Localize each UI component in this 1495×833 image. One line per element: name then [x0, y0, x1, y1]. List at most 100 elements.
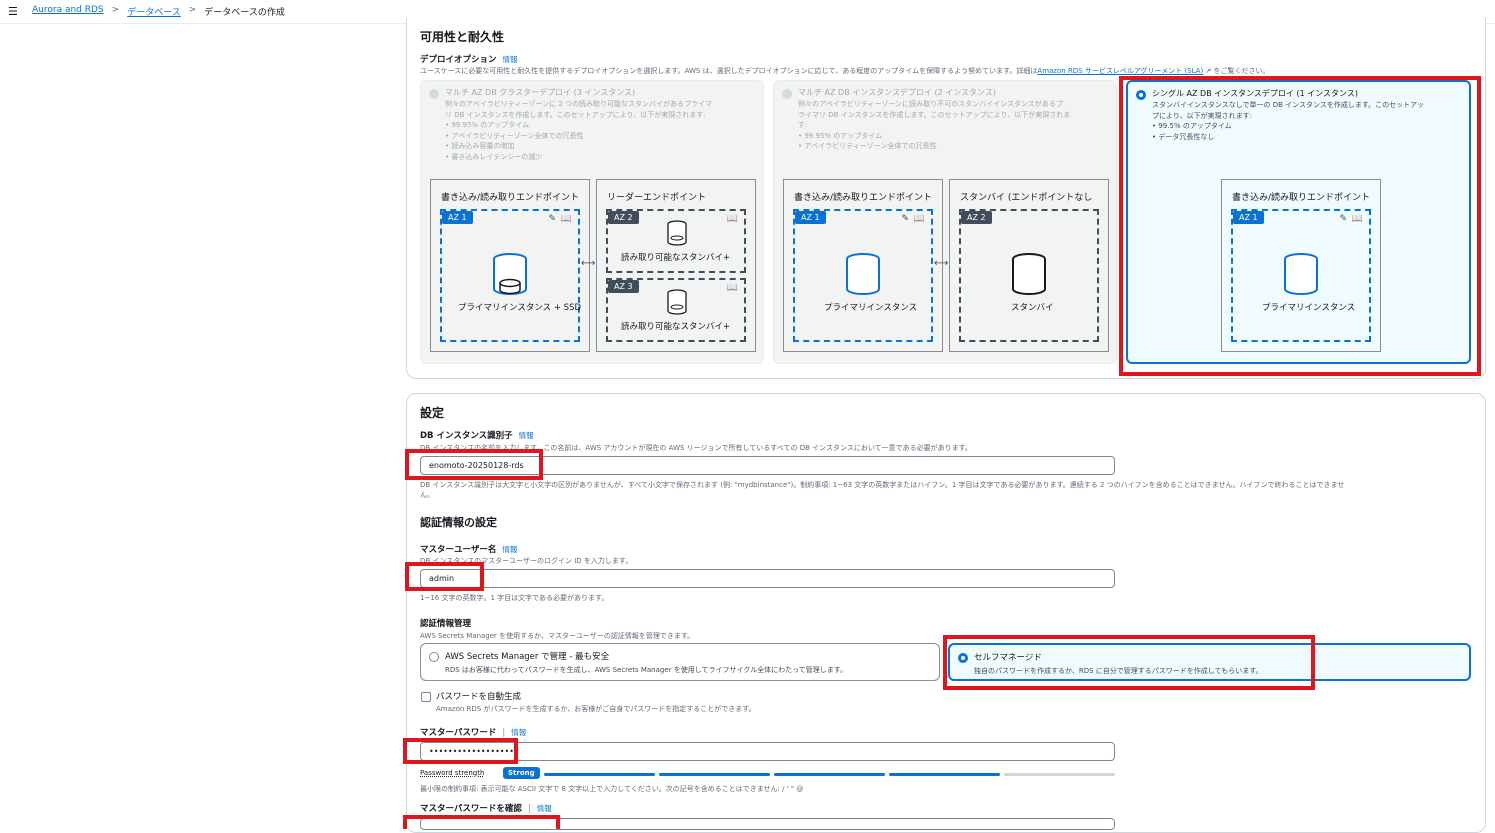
master-user-label-text: マスターユーザー名 [420, 545, 497, 555]
master-user-label: マスターユーザー名 情報 [420, 543, 517, 555]
master-user-input[interactable]: admin [420, 569, 1115, 588]
database-icon [846, 253, 880, 295]
radio-multi-az-cluster[interactable] [429, 89, 439, 99]
book-icon: 📖 [726, 214, 738, 224]
az-tag: AZ 2 [961, 211, 992, 224]
confirm-password-label-text: マスターパスワードを確認 [420, 804, 522, 814]
highlight-box-identifier [405, 449, 543, 480]
primary-instance-label: プライマリインスタンス + SSD [458, 303, 582, 313]
edit-icon: ✎ [548, 214, 556, 224]
primary-instance-label: プライマリインスタンス [824, 303, 918, 313]
credentials-title: 認証情報の設定 [420, 516, 497, 529]
strength-bar-3 [774, 773, 885, 776]
identifier-label-text: DB インスタンス識別子 [420, 431, 513, 441]
identifier-label: DB インスタンス識別子 情報 [420, 429, 534, 441]
option-secrets-manager[interactable]: AWS Secrets Manager で管理 - 最も安全 RDS はお客様に… [420, 643, 940, 681]
az2-box: AZ 2 スタンバイ [959, 209, 1099, 342]
book-icon: 📖 [913, 214, 925, 224]
card-desc: 例々のアベイラビリティーゾーンに読み取り不可のスタンバイインスタンスがあるプ ラ… [798, 100, 1071, 150]
database-icon [493, 253, 527, 295]
deploy-option-desc: ユースケースに必要な可用性と耐久性を提供するデプロイオプションを選択します。AW… [420, 66, 1270, 76]
master-password-label: マスターパスワード | 情報 [420, 726, 526, 738]
divider: | [502, 728, 506, 738]
deploy-card-multi-az-cluster[interactable]: マルチ AZ DB クラスターデプロイ (3 インスタンス) 例々のアベイラビリ… [420, 80, 764, 364]
az-tag: AZ 1 [442, 211, 473, 224]
info-link[interactable]: 情報 [511, 728, 526, 737]
book-icon: 📖 [560, 214, 572, 224]
identifier-hint-2: ん。 [420, 491, 434, 499]
rw-endpoint-diagram: 書き込み/読み取りエンドポイント AZ 1 ✎ 📖 プライマリインスタンス + … [430, 179, 590, 352]
cred-mgmt-desc: AWS Secrets Manager を使用するか、マスターユーザーの認証情報… [420, 632, 695, 640]
card-title: マルチ AZ DB クラスターデプロイ (3 インスタンス) [445, 88, 636, 97]
breadcrumb-current: データベースの作成 [204, 8, 285, 18]
strength-bar-1 [544, 773, 655, 776]
standby-diagram: スタンバイ (エンドポイントなし AZ 2 スタンバイ [949, 179, 1109, 352]
readable-standby-label: 読み取り可能なスタンバイ+ [621, 253, 731, 263]
diagram-title: リーダーエンドポイント [607, 193, 707, 203]
radio-multi-az-instance[interactable] [782, 89, 792, 99]
master-password-input[interactable]: •••••••••••••••••• [420, 742, 1115, 761]
diagram-title: 書き込み/読み取りエンドポイント [794, 193, 933, 203]
sla-link[interactable]: Amazon RDS サービスレベルアグリーメント (SLA) [1037, 67, 1203, 75]
chevron-right-icon: > [111, 5, 120, 15]
double-arrow-icon: ⟷ [581, 258, 596, 269]
cred-mgmt-label: 認証情報管理 [420, 619, 472, 629]
highlight-box-password [403, 738, 518, 764]
identifier-hint: DB インスタンス識別子は大文字と小文字の区別がありませんが、すべて小文字で保存… [420, 481, 1345, 489]
az-tag: AZ 1 [795, 211, 826, 224]
menu-icon[interactable]: ☰ [8, 5, 18, 18]
deploy-desc-text: ユースケースに必要な可用性と耐久性を提供するデプロイオプションを選択します。AW… [420, 67, 1038, 75]
availability-title: 可用性と耐久性 [420, 30, 505, 44]
az3-box: AZ 3 📖 読み取り可能なスタンバイ+ [606, 278, 746, 342]
autogen-desc: Amazon RDS がパスワードを生成するか、お客様がご自身でパスワードを指定… [436, 705, 756, 713]
database-icon [667, 220, 687, 246]
az1-box: AZ 1 ✎ 📖 プライマリインスタンス [793, 209, 933, 342]
double-arrow-icon: ⟷ [934, 258, 949, 269]
breadcrumb-link-databases[interactable]: データベース [127, 5, 181, 18]
diagram-title: スタンバイ (エンドポイントなし [960, 193, 1093, 203]
autogen-label: パスワードを自動生成 [436, 692, 522, 702]
az1-box: AZ 1 ✎ 📖 プライマリインスタンス + SSD [440, 209, 582, 342]
autogen-password-checkbox[interactable] [421, 692, 431, 702]
database-icon [1012, 253, 1046, 295]
rw-endpoint-diagram: 書き込み/読み取りエンドポイント AZ 1 ✎ 📖 プライマリインスタンス [783, 179, 943, 352]
card-desc: 例々のアベイラビリティーゾーンに 2 つの読み取り可能なスタンバイがあるプライマ… [445, 100, 712, 161]
deploy-option-label: デプロイオプション 情報 [420, 53, 518, 65]
reader-endpoint-diagram: リーダーエンドポイント AZ 2 📖 読み取り可能なスタンバイ+ AZ 3 📖 … [596, 179, 756, 352]
highlight-box-master-user [405, 562, 484, 591]
master-password-label-text: マスターパスワード [420, 728, 497, 738]
strength-label: Password strength [420, 769, 485, 777]
master-user-hint: 1~16 文字の英数字。1 字目は文字である必要があります。 [420, 594, 609, 602]
database-icon [667, 289, 687, 315]
chevron-right-icon: > [188, 5, 197, 15]
card-title: マルチ AZ DB インスタンスデプロイ (2 インスタンス) [798, 88, 997, 97]
strength-bar-4 [889, 773, 1000, 776]
info-link[interactable]: 情報 [502, 545, 517, 554]
deploy-card-multi-az-instance[interactable]: マルチ AZ DB インスタンスデプロイ (2 インスタンス) 例々のアベイラビ… [773, 80, 1117, 364]
deploy-option-label-text: デプロイオプション [420, 55, 497, 65]
deploy-desc-end: をご覧ください。 [1213, 67, 1270, 75]
info-link[interactable]: 情報 [537, 804, 552, 813]
strength-badge: Strong [503, 767, 540, 779]
az-tag: AZ 3 [608, 280, 639, 293]
confirm-password-label: マスターパスワードを確認 | 情報 [420, 802, 552, 814]
az-tag: AZ 2 [608, 211, 639, 224]
highlight-box-single-az [1119, 76, 1481, 376]
breadcrumb-link-aurora[interactable]: Aurora and RDS [32, 5, 104, 18]
book-icon: 📖 [726, 283, 738, 293]
info-link[interactable]: 情報 [519, 431, 534, 440]
diagram-title: 書き込み/読み取りエンドポイント [441, 193, 580, 203]
info-link[interactable]: 情報 [503, 55, 518, 64]
divider: | [527, 804, 531, 814]
option-desc: RDS はお客様に代わってパスワードを生成し、AWS Secrets Manag… [445, 666, 848, 674]
highlight-box-self-managed [943, 635, 1315, 690]
standby-label: スタンバイ [1011, 303, 1054, 313]
az2-box: AZ 2 📖 読み取り可能なスタンバイ+ [606, 209, 746, 273]
readable-standby-label: 読み取り可能なスタンバイ+ [621, 322, 731, 332]
settings-title: 設定 [420, 406, 445, 420]
password-hint: 最小限の制約事項: 表示可能な ASCII 文字で 8 文字以上で入力してくださ… [420, 785, 804, 793]
strength-bar-5 [1004, 773, 1115, 776]
radio-secrets-manager[interactable] [429, 652, 439, 662]
breadcrumb: Aurora and RDS > データベース > データベースの作成 [32, 5, 285, 18]
option-title: AWS Secrets Manager で管理 - 最も安全 [445, 652, 610, 662]
